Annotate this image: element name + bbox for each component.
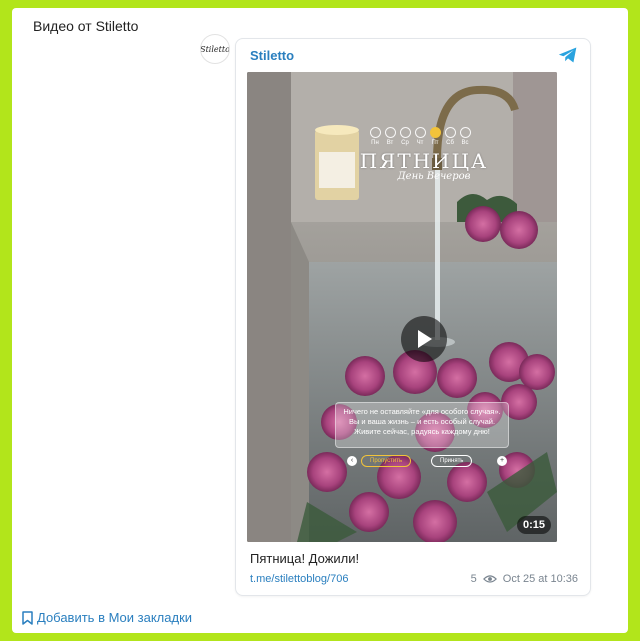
page-title: Видео от Stiletto	[33, 18, 139, 34]
post-caption: Пятница! Дожили!	[250, 551, 360, 566]
video-duration: 0:15	[516, 516, 551, 534]
channel-avatar[interactable]: Stiletto	[200, 34, 230, 64]
page-container: Видео от Stiletto Stiletto Stiletto Пн В…	[12, 8, 628, 633]
overlay-day-title: ПЯТНИЦА	[359, 149, 489, 173]
overlay-accept-label: Принять	[431, 455, 473, 467]
overlay-day-subtitle: День Вечеров	[397, 171, 471, 182]
weekday: Чт	[414, 127, 426, 146]
weekday: Сб	[444, 127, 456, 146]
chevron-left-icon: ‹	[347, 456, 357, 466]
bookmark-icon	[22, 610, 33, 625]
video-player[interactable]: Пн Вт Ср Чт Пт Сб Вс ПЯТНИЦА День Вечеро…	[247, 72, 557, 542]
add-bookmark-link[interactable]: Добавить в Мои закладки	[22, 610, 192, 625]
overlay-quote-actions: ‹ Пропустить Принять +	[347, 455, 507, 467]
post-date: Oct 25 at 10:36	[502, 573, 578, 585]
avatar-logo-text: Stiletto	[200, 44, 230, 54]
weekday: Ср	[399, 127, 411, 146]
post-meta: 5 Oct 25 at 10:36	[471, 573, 578, 585]
view-count: 5	[470, 573, 477, 585]
bookmark-label: Добавить в Мои закладки	[37, 610, 193, 625]
weekday: Вт	[384, 127, 396, 146]
channel-name[interactable]: Stiletto	[250, 48, 294, 63]
play-button[interactable]	[401, 316, 447, 362]
post-link[interactable]: t.me/stilettoblog/706	[250, 573, 348, 585]
plus-icon: +	[497, 456, 507, 466]
weekday: Вс	[459, 127, 471, 146]
weekday: Пн	[369, 127, 381, 146]
post-card: Stiletto Пн Вт Ср Чт Пт Сб Вс ПЯТНИЦА Де…	[235, 38, 591, 596]
overlay-quote: Ничего не оставляйте «для особого случая…	[335, 402, 509, 448]
play-icon	[418, 330, 432, 348]
eye-icon	[482, 575, 497, 583]
weekday-selector: Пн Вт Ср Чт Пт Сб Вс	[369, 127, 471, 146]
overlay-skip-label: Пропустить	[361, 455, 412, 467]
weekday-active: Пт	[429, 127, 441, 146]
telegram-icon[interactable]	[558, 46, 578, 64]
